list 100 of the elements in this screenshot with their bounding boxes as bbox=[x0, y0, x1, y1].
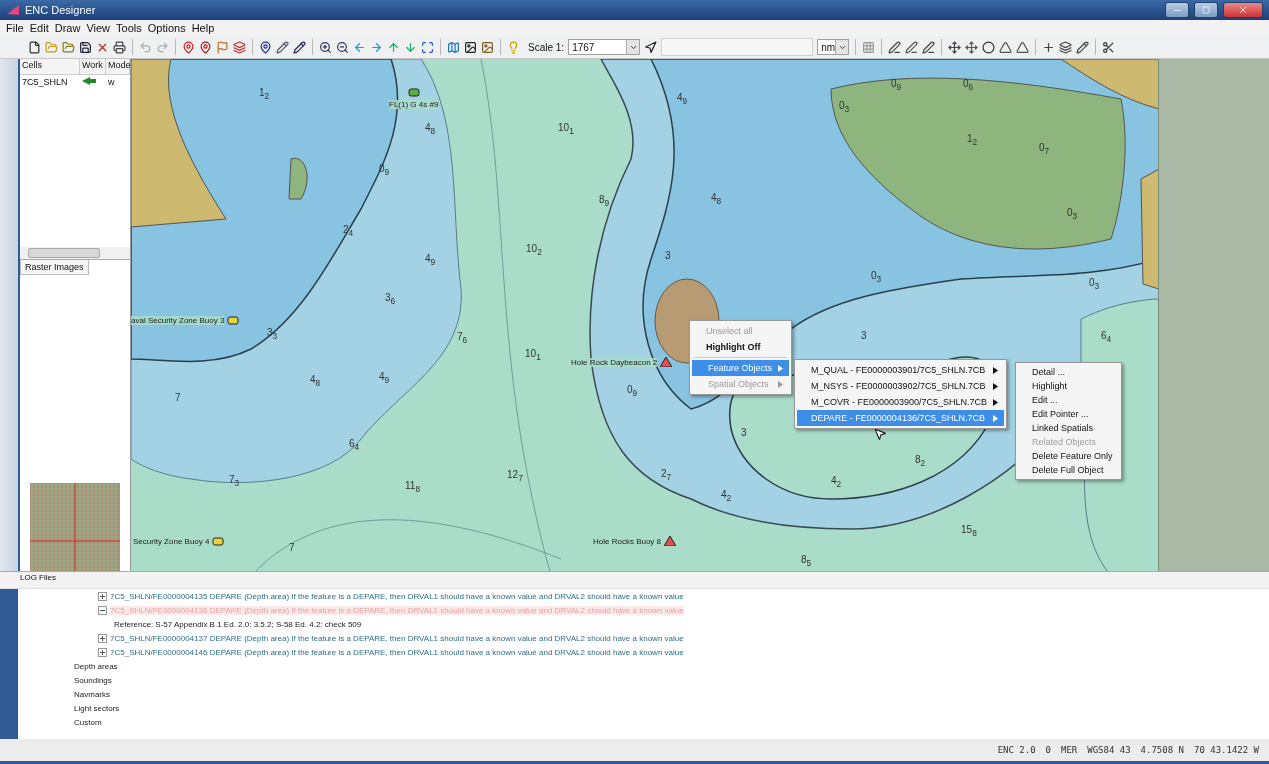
menu-item[interactable]: File bbox=[6, 22, 24, 34]
depth-sounding: 3$_{6}$ bbox=[385, 292, 396, 306]
menu-item[interactable]: Detail ... bbox=[1018, 365, 1119, 379]
buoy-label: Hole Rocks Buoy 8 bbox=[593, 536, 662, 546]
depth-sounding: 0$_{3}$ bbox=[839, 100, 850, 114]
file-icon[interactable] bbox=[28, 40, 41, 54]
menu-item[interactable]: M_COVR - FE0000003900/7C5_SHLN.7CB bbox=[797, 394, 1005, 410]
pen-line-icon[interactable] bbox=[888, 40, 902, 54]
buoy-icon[interactable] bbox=[407, 87, 420, 97]
depth-sounding: 6$_{4}$ bbox=[1101, 330, 1112, 344]
menu-item[interactable]: Edit Pointer ... bbox=[1018, 407, 1119, 421]
scrollbar[interactable] bbox=[20, 247, 130, 259]
buoy-label: Hole Rock Daybeacon 2 bbox=[571, 357, 658, 367]
depth-sounding: 4$_{9}$ bbox=[677, 92, 688, 106]
pin-icon[interactable] bbox=[182, 40, 195, 54]
pointer-icon[interactable] bbox=[644, 40, 658, 54]
depth-sounding: 12$_{7}$ bbox=[507, 469, 523, 483]
fit-icon[interactable] bbox=[421, 40, 434, 54]
printer-icon[interactable] bbox=[113, 40, 126, 54]
depth-sounding: 4$_{9}$ bbox=[425, 253, 436, 267]
buoy-label: FL(1) G 4s #9 bbox=[389, 100, 439, 109]
pen-line-icon[interactable] bbox=[905, 40, 919, 54]
pencil-icon[interactable] bbox=[276, 40, 289, 54]
menu-item[interactable]: Tools bbox=[116, 22, 142, 34]
buoy-label: Security Zone Buoy 4 bbox=[133, 536, 210, 546]
flag-icon[interactable] bbox=[216, 40, 229, 54]
layers-icon[interactable] bbox=[1059, 40, 1073, 54]
close-button[interactable] bbox=[1223, 2, 1263, 18]
depth-sounding: 0$_{3}$ bbox=[1067, 207, 1078, 221]
menu-item[interactable]: Highlight bbox=[1018, 379, 1119, 393]
maximize-button[interactable] bbox=[1194, 2, 1218, 18]
tree-item[interactable]: Custom bbox=[74, 717, 102, 727]
depth-sounding: 4$_{2}$ bbox=[721, 489, 732, 503]
buoy-icon[interactable] bbox=[227, 315, 240, 325]
menu-item[interactable]: Delete Feature Only bbox=[1018, 449, 1119, 463]
column-header[interactable]: Work bbox=[80, 59, 106, 74]
buoy-icon[interactable] bbox=[660, 357, 673, 367]
depth-sounding: 10$_{1}$ bbox=[558, 122, 574, 136]
pen-line-icon[interactable] bbox=[922, 40, 936, 54]
menu-item[interactable]: View bbox=[86, 22, 111, 34]
menu-item[interactable]: M_NSYS - FE0000003902/7C5_SHLN.7CB bbox=[797, 378, 1005, 394]
expand-toggle[interactable] bbox=[98, 647, 107, 657]
depth-sounding: 6$_{4}$ bbox=[349, 438, 360, 452]
folder-icon[interactable] bbox=[62, 40, 75, 54]
menu-item[interactable]: Help bbox=[191, 22, 215, 34]
menu-item[interactable]: M_QUAL - FE0000003901/7C5_SHLN.7CB bbox=[797, 362, 1005, 378]
zoom-out-icon[interactable] bbox=[336, 40, 349, 54]
triangle-icon[interactable] bbox=[1016, 40, 1030, 54]
triangle-icon[interactable] bbox=[999, 40, 1013, 54]
menu-item[interactable]: Linked Spatials bbox=[1018, 421, 1119, 435]
buoy-icon[interactable] bbox=[664, 536, 677, 546]
scale-dropdown[interactable]: 1767 bbox=[568, 39, 641, 55]
text-field[interactable] bbox=[661, 38, 814, 56]
depth-sounding: 10$_{2}$ bbox=[526, 243, 542, 257]
depth-sounding: 0$_{9}$ bbox=[627, 384, 638, 398]
expand-toggle[interactable] bbox=[98, 633, 107, 643]
menu-item[interactable]: Draw bbox=[54, 22, 81, 34]
depth-sounding: 7$_{6}$ bbox=[457, 331, 468, 345]
map-icon[interactable] bbox=[447, 40, 460, 54]
log-entry[interactable]: 7C5_SHLN/FE0000004146 DEPARE (Depth area) If the feature is a DEPARE, then DRVAL1 should have a known value and DRVAL2 should have a known value bbox=[110, 647, 684, 657]
raster-images-tab[interactable]: Raster Images bbox=[20, 260, 89, 275]
tree-item[interactable]: Navmarks bbox=[74, 689, 110, 699]
scissors-icon[interactable] bbox=[1102, 40, 1116, 54]
unit-dropdown[interactable]: nm bbox=[817, 39, 850, 55]
log-entry[interactable]: 7C5_SHLN/FE0000004137 DEPARE (Depth area) If the feature is a DEPARE, then DRVAL1 should have a known value and DRVAL2 should have a known value bbox=[110, 633, 684, 643]
window-title: ENC Designer bbox=[25, 4, 97, 16]
minimize-button[interactable] bbox=[1165, 2, 1189, 18]
plus-icon[interactable] bbox=[1042, 40, 1056, 54]
depth-sounding: 4$_{2}$ bbox=[831, 475, 842, 489]
depth-sounding: 4$_{8}$ bbox=[711, 192, 722, 206]
minus-icon bbox=[100, 607, 105, 613]
pin-icon[interactable] bbox=[199, 40, 212, 54]
menu-item[interactable]: Options bbox=[147, 22, 186, 34]
circle-icon[interactable] bbox=[982, 40, 996, 54]
log-entry[interactable]: 7C5_SHLN/FE0000004135 DEPARE (Depth area) If the feature is a DEPARE, then DRVAL1 should have a known value and DRVAL2 should have a known value bbox=[110, 591, 684, 601]
menu-item[interactable]: Highlight Off bbox=[692, 339, 790, 355]
pencil-icon[interactable] bbox=[293, 40, 306, 54]
image-icon[interactable] bbox=[464, 40, 477, 54]
move-icon[interactable] bbox=[965, 40, 979, 54]
expand-toggle[interactable] bbox=[98, 591, 107, 601]
tree-item[interactable]: Depth areas bbox=[74, 661, 118, 671]
menu-item[interactable]: Edit ... bbox=[1018, 393, 1119, 407]
menu-item[interactable]: Edit bbox=[29, 22, 49, 34]
pencil-icon[interactable] bbox=[1076, 40, 1090, 54]
layers-icon[interactable] bbox=[233, 40, 246, 54]
column-header[interactable]: Cells bbox=[20, 59, 80, 74]
arrow-right-icon[interactable] bbox=[370, 40, 383, 54]
move-icon[interactable] bbox=[948, 40, 962, 54]
plus-icon bbox=[100, 593, 105, 599]
save-icon[interactable] bbox=[79, 40, 92, 54]
tree-item[interactable]: Light sectors bbox=[74, 703, 120, 713]
cell-name[interactable]: 7C5_SHLN bbox=[20, 77, 80, 87]
tree-item[interactable]: Soundings bbox=[74, 675, 112, 685]
depth-sounding: 15$_{8}$ bbox=[961, 524, 977, 538]
buoy-icon[interactable] bbox=[212, 536, 225, 546]
pin-icon[interactable] bbox=[259, 40, 272, 54]
zoom-in-icon[interactable] bbox=[319, 40, 332, 54]
column-header[interactable]: Mode bbox=[106, 59, 130, 74]
collapse-toggle[interactable] bbox=[98, 605, 107, 615]
menu-item[interactable]: Delete Full Object bbox=[1018, 463, 1119, 477]
